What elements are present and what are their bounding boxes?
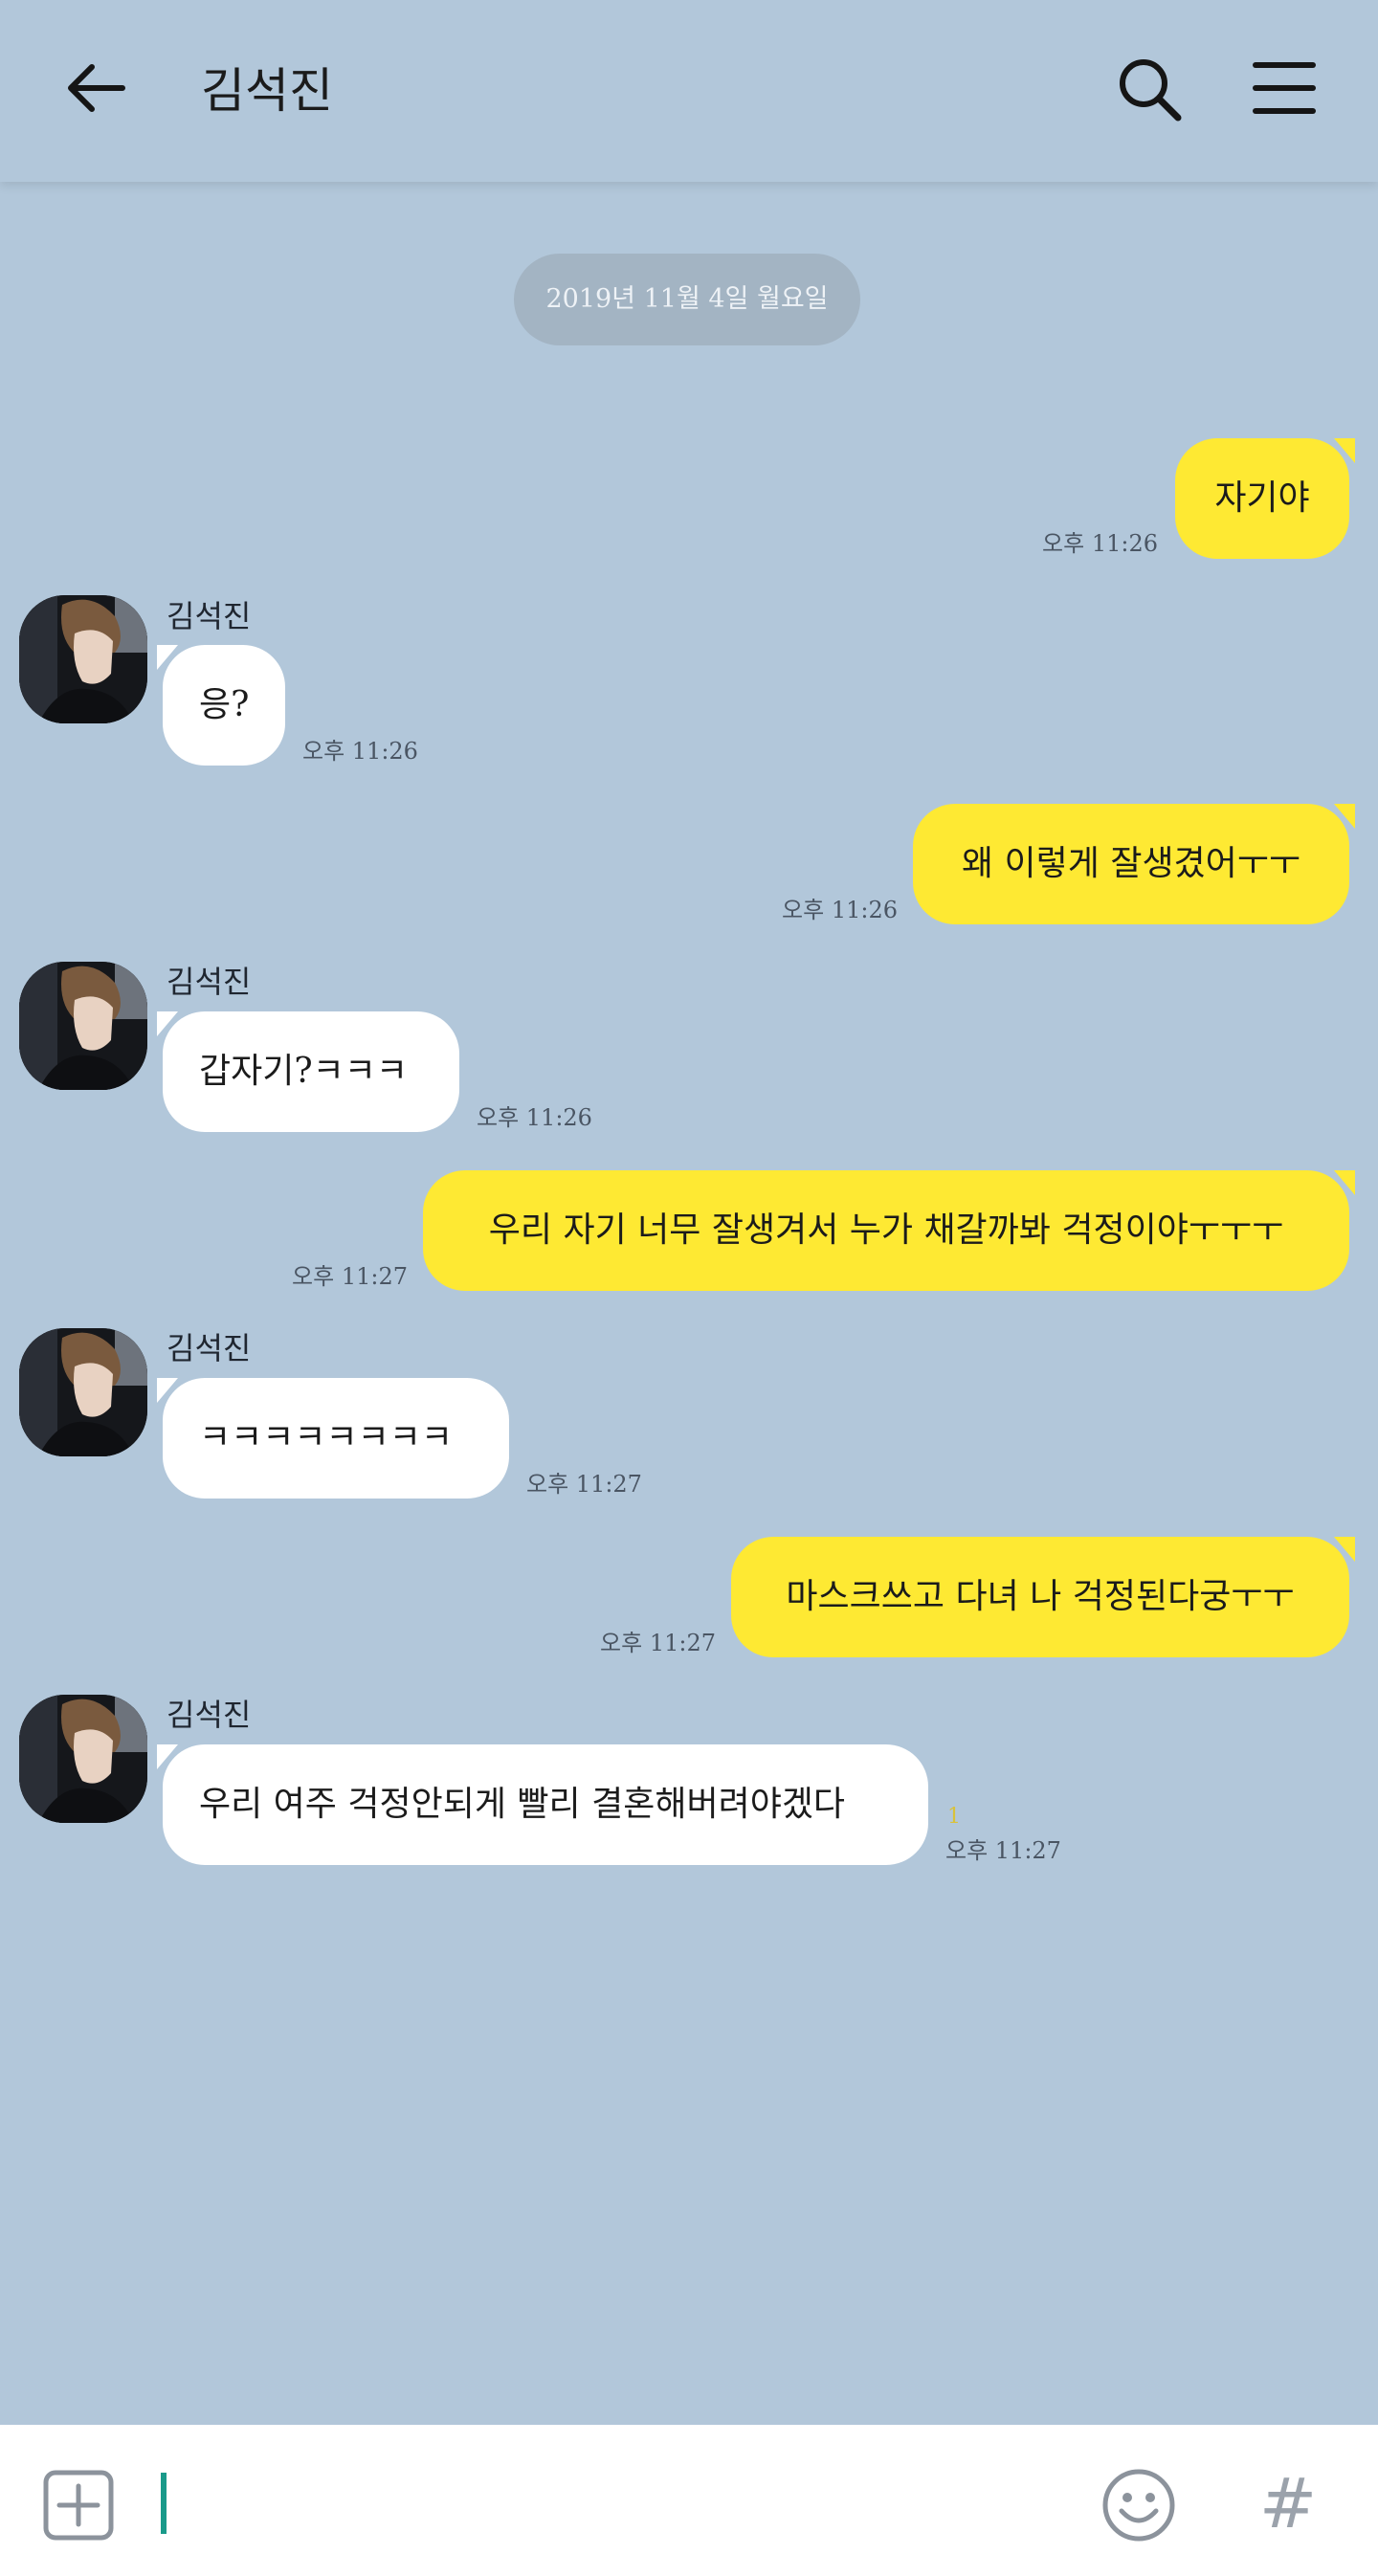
sender-name: 김석진 xyxy=(167,1697,252,1733)
chat-title: 김석진 xyxy=(201,63,333,119)
message-text: 마스크쓰고 다녀 나 걱정된다궁ㅜㅜ xyxy=(786,1577,1295,1616)
message-time: 오후 11:27 xyxy=(292,1263,408,1290)
message-text: 자기야 xyxy=(1214,478,1310,518)
hashtag-button[interactable]: # xyxy=(1254,2465,1322,2542)
unread-count: 1 xyxy=(947,1805,961,1829)
message-time: 오후 11:26 xyxy=(1042,530,1158,557)
search-icon[interactable] xyxy=(1115,55,1184,123)
other-message-bubble[interactable]: 갑자기?ㅋㅋㅋ xyxy=(157,1011,459,1132)
date-divider: 2019년 11월 4일 월요일 xyxy=(514,254,860,345)
message-text: 우리 여주 걱정안되게 빨리 결혼해버려야겠다 xyxy=(199,1785,846,1824)
avatar[interactable] xyxy=(19,595,147,723)
my-message-bubble[interactable]: 자기야 xyxy=(1175,438,1355,559)
message-time: 오후 11:26 xyxy=(782,897,898,923)
message-time: 오후 11:27 xyxy=(600,1630,716,1656)
message-text: ㅋㅋㅋㅋㅋㅋㅋㅋ xyxy=(199,1418,453,1457)
avatar[interactable] xyxy=(19,1695,147,1823)
sender-name: 김석진 xyxy=(167,598,252,634)
message-text: 갑자기?ㅋㅋㅋ xyxy=(199,1052,409,1091)
sender-name: 김석진 xyxy=(167,964,252,1000)
message-time: 오후 11:27 xyxy=(945,1837,1061,1864)
plus-square-icon[interactable] xyxy=(42,2469,115,2542)
other-message-bubble[interactable]: 우리 여주 걱정안되게 빨리 결혼해버려야겠다 xyxy=(157,1744,928,1865)
message-input[interactable] xyxy=(153,2459,1076,2547)
text-cursor xyxy=(161,2473,167,2534)
chat-header: 김석진 xyxy=(0,0,1378,182)
avatar[interactable] xyxy=(19,1328,147,1456)
sender-name: 김석진 xyxy=(167,1330,252,1366)
message-time: 오후 11:27 xyxy=(526,1471,642,1498)
message-time: 오후 11:26 xyxy=(477,1104,592,1131)
my-message-bubble[interactable]: 왜 이렇게 잘생겼어ㅜㅜ xyxy=(913,804,1355,924)
message-text: 응? xyxy=(199,685,250,724)
other-message-bubble[interactable]: ㅋㅋㅋㅋㅋㅋㅋㅋ xyxy=(157,1378,509,1499)
smiley-icon[interactable] xyxy=(1100,2467,1177,2543)
message-text: 왜 이렇게 잘생겼어ㅜㅜ xyxy=(961,844,1301,883)
message-time: 오후 11:26 xyxy=(302,738,418,765)
arrow-left-icon[interactable] xyxy=(63,55,130,122)
my-message-bubble[interactable]: 마스크쓰고 다녀 나 걱정된다궁ㅜㅜ xyxy=(731,1537,1355,1657)
other-message-bubble[interactable]: 응? xyxy=(157,645,285,766)
message-text: 우리 자기 너무 잘생겨서 누가 채갈까봐 걱정이야ㅜㅜㅜ xyxy=(488,1210,1284,1250)
my-message-bubble[interactable]: 우리 자기 너무 잘생겨서 누가 채갈까봐 걱정이야ㅜㅜㅜ xyxy=(423,1170,1355,1291)
hamburger-menu-icon[interactable] xyxy=(1252,59,1317,117)
avatar[interactable] xyxy=(19,962,147,1090)
